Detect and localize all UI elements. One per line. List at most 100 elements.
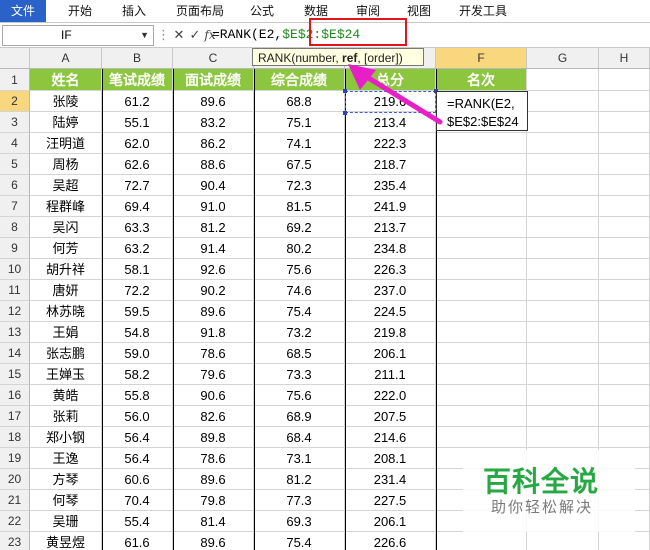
cell-total[interactable]: 211.1: [345, 364, 436, 385]
grid-cell[interactable]: [527, 385, 599, 406]
cell-name[interactable]: 王婵玉: [30, 364, 102, 385]
cell-name[interactable]: 黄皓: [30, 385, 102, 406]
grid-cell[interactable]: [599, 196, 650, 217]
row-header[interactable]: 17: [0, 406, 30, 427]
cell-written[interactable]: 61.2: [102, 91, 173, 112]
select-all-corner[interactable]: [0, 48, 30, 68]
cell-total[interactable]: 231.4: [345, 469, 436, 490]
cell-interview[interactable]: 91.4: [173, 238, 254, 259]
cell-rank[interactable]: [436, 427, 527, 448]
tab-formulas[interactable]: 公式: [240, 0, 284, 22]
cell-interview[interactable]: 88.6: [173, 154, 254, 175]
cell-rank[interactable]: [436, 238, 527, 259]
cell-composite[interactable]: 68.8: [254, 91, 345, 112]
row-header[interactable]: 11: [0, 280, 30, 301]
grid-cell[interactable]: [599, 69, 650, 91]
grid-cell[interactable]: [599, 133, 650, 154]
cell-interview[interactable]: 81.4: [173, 511, 254, 532]
cell-interview[interactable]: 92.6: [173, 259, 254, 280]
cell-total[interactable]: 206.1: [345, 511, 436, 532]
cell-interview[interactable]: 89.6: [173, 532, 254, 550]
row-header[interactable]: 14: [0, 343, 30, 364]
cell-interview[interactable]: 81.2: [173, 217, 254, 238]
cell-rank[interactable]: [436, 343, 527, 364]
grid-cell[interactable]: [599, 532, 650, 550]
grid-cell[interactable]: [527, 280, 599, 301]
cell-rank[interactable]: [436, 217, 527, 238]
cell-written[interactable]: 69.4: [102, 196, 173, 217]
grid-cell[interactable]: [527, 322, 599, 343]
cell-total[interactable]: 226.6: [345, 532, 436, 550]
cell-composite[interactable]: 67.5: [254, 154, 345, 175]
cell-interview[interactable]: 79.8: [173, 490, 254, 511]
cell-written[interactable]: 58.2: [102, 364, 173, 385]
cell-name[interactable]: 吴珊: [30, 511, 102, 532]
column-header-a[interactable]: A: [30, 48, 102, 68]
cell-rank[interactable]: [436, 406, 527, 427]
chevron-down-icon[interactable]: ▼: [140, 26, 149, 45]
cell-interview[interactable]: 89.6: [173, 469, 254, 490]
cell-written[interactable]: 60.6: [102, 469, 173, 490]
column-header-b[interactable]: B: [102, 48, 173, 68]
row-header[interactable]: 18: [0, 427, 30, 448]
cell-rank[interactable]: [436, 196, 527, 217]
row-header[interactable]: 1: [0, 69, 30, 91]
enter-icon[interactable]: ✓: [188, 26, 202, 44]
cell-total[interactable]: 208.1: [345, 448, 436, 469]
grid-cell[interactable]: [599, 154, 650, 175]
header-cell-written[interactable]: 笔试成绩: [102, 69, 173, 91]
grid-cell[interactable]: [527, 112, 599, 133]
cell-composite[interactable]: 74.1: [254, 133, 345, 154]
row-header[interactable]: 16: [0, 385, 30, 406]
grid-cell[interactable]: [527, 175, 599, 196]
cell-written[interactable]: 61.6: [102, 532, 173, 550]
cell-name[interactable]: 林苏晓: [30, 301, 102, 322]
cell-written[interactable]: 72.2: [102, 280, 173, 301]
cell-name[interactable]: 张陵: [30, 91, 102, 112]
tab-insert[interactable]: 插入: [110, 0, 158, 22]
row-header[interactable]: 10: [0, 259, 30, 280]
cell-written[interactable]: 70.4: [102, 490, 173, 511]
cell-composite[interactable]: 73.2: [254, 322, 345, 343]
cell-composite[interactable]: 75.6: [254, 259, 345, 280]
cell-total[interactable]: 241.9: [345, 196, 436, 217]
row-header[interactable]: 7: [0, 196, 30, 217]
grid-cell[interactable]: [527, 69, 599, 91]
cell-written[interactable]: 55.1: [102, 112, 173, 133]
cell-composite[interactable]: 68.4: [254, 427, 345, 448]
cell-total[interactable]: 222.3: [345, 133, 436, 154]
grid-cell[interactable]: [599, 301, 650, 322]
cell-total[interactable]: 237.0: [345, 280, 436, 301]
row-header[interactable]: 13: [0, 322, 30, 343]
cell-written[interactable]: 72.7: [102, 175, 173, 196]
cell-written[interactable]: 59.0: [102, 343, 173, 364]
row-header[interactable]: 23: [0, 532, 30, 550]
cell-total[interactable]: 234.8: [345, 238, 436, 259]
cell-interview[interactable]: 79.6: [173, 364, 254, 385]
cell-interview[interactable]: 90.2: [173, 280, 254, 301]
cell-name[interactable]: 吴超: [30, 175, 102, 196]
cell-written[interactable]: 54.8: [102, 322, 173, 343]
cell-total[interactable]: 222.0: [345, 385, 436, 406]
grid-cell[interactable]: [527, 154, 599, 175]
cell-name[interactable]: 张志鹏: [30, 343, 102, 364]
column-header-c[interactable]: C: [173, 48, 254, 68]
cell-interview[interactable]: 86.2: [173, 133, 254, 154]
cell-interview[interactable]: 78.6: [173, 448, 254, 469]
row-header[interactable]: 4: [0, 133, 30, 154]
grid-cell[interactable]: [527, 91, 599, 112]
cell-total[interactable]: 235.4: [345, 175, 436, 196]
grid-cell[interactable]: [599, 343, 650, 364]
cell-name[interactable]: 陆婷: [30, 112, 102, 133]
grid-cell[interactable]: [527, 133, 599, 154]
cell-total[interactable]: 219.8: [345, 322, 436, 343]
cell-written[interactable]: 62.0: [102, 133, 173, 154]
grid-cell[interactable]: [527, 196, 599, 217]
row-header[interactable]: 22: [0, 511, 30, 532]
grid-cell[interactable]: [527, 217, 599, 238]
cell-name[interactable]: 王逸: [30, 448, 102, 469]
cell-total[interactable]: 227.5: [345, 490, 436, 511]
row-header[interactable]: 3: [0, 112, 30, 133]
cell-written[interactable]: 63.2: [102, 238, 173, 259]
cell-interview[interactable]: 83.2: [173, 112, 254, 133]
